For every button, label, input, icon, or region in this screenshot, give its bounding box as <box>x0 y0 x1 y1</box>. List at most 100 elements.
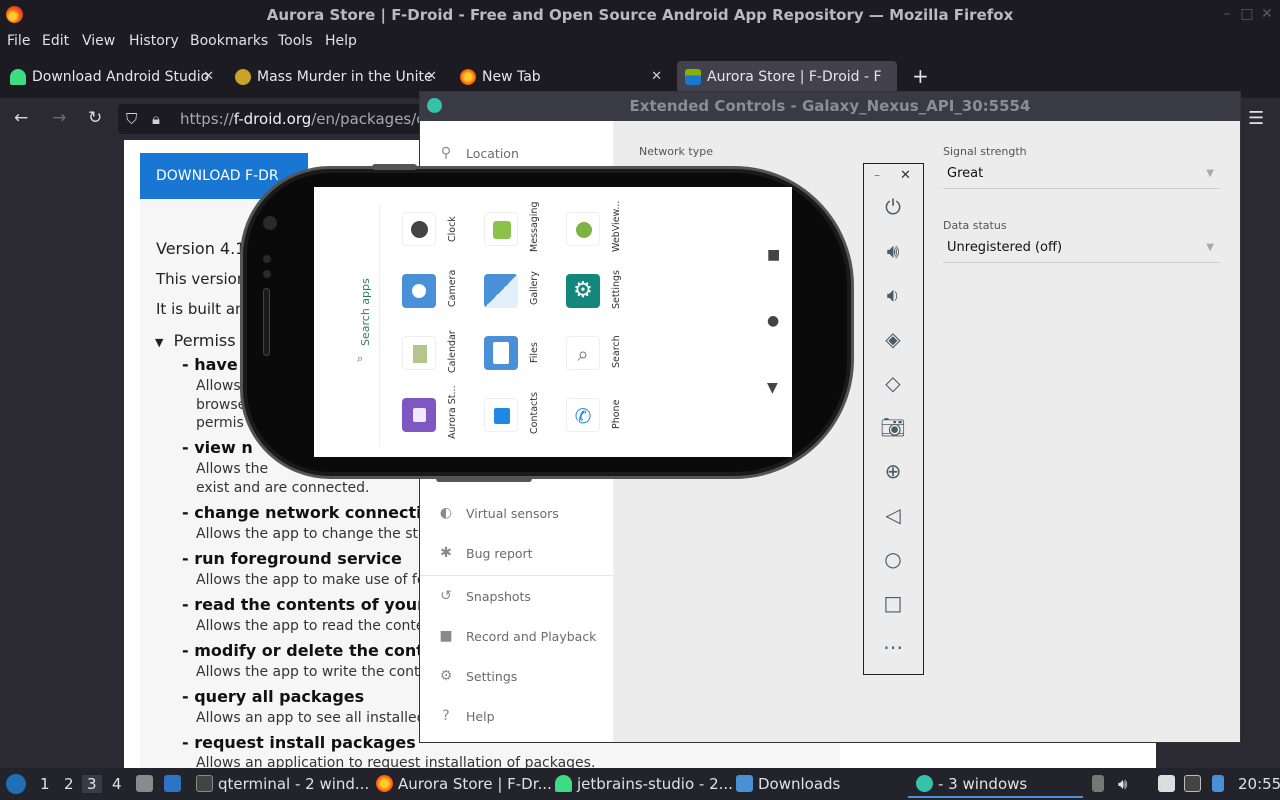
dropdown-arrow-icon: ▼ <box>1206 168 1214 179</box>
sidebar-item-bug-report[interactable]: Bug report <box>466 546 533 561</box>
tab-android-studio[interactable]: Download Android Studio ✕ <box>2 61 220 93</box>
gallery-app-icon[interactable] <box>484 274 518 308</box>
signal-strength-select[interactable]: Great ▼ <box>943 163 1220 189</box>
calendar-app-icon[interactable] <box>402 336 436 370</box>
emulator-icon <box>427 98 442 113</box>
camera-app-icon[interactable] <box>402 274 436 308</box>
permissions-toggle[interactable]: ▼ Permiss <box>155 331 236 350</box>
firefox-icon <box>460 69 476 85</box>
tab-close-icon[interactable]: ✕ <box>203 61 214 93</box>
app-label: Phone <box>611 399 622 429</box>
messaging-app-icon[interactable] <box>484 212 518 246</box>
sidebar-item-help[interactable]: Help <box>466 709 495 724</box>
workspace-3[interactable]: 3 <box>82 775 102 793</box>
menu-view[interactable]: View <box>82 33 115 49</box>
network-icon[interactable] <box>1184 775 1201 792</box>
back-arrow-icon[interactable]: ← <box>14 108 28 128</box>
storage-icon[interactable] <box>1092 775 1104 792</box>
taskbar-item-firefox[interactable]: Aurora Store | F-Dr... <box>398 775 552 793</box>
forward-arrow-icon[interactable]: → <box>52 108 66 128</box>
zoom-icon[interactable]: ⊕ <box>880 458 906 484</box>
app-label: Files <box>529 342 540 363</box>
clock: 20:55 <box>1238 775 1280 793</box>
menu-tools[interactable]: Tools <box>278 33 313 49</box>
tab-new-tab[interactable]: New Tab ✕ <box>452 61 668 93</box>
desktop-icon[interactable] <box>164 775 181 792</box>
taskbar-item-qterminal[interactable]: qterminal - 2 wind... <box>218 775 369 793</box>
menu-file[interactable]: File <box>7 33 30 49</box>
home-key-icon[interactable]: ● <box>767 313 779 329</box>
overview-key-icon[interactable]: ■ <box>767 247 780 263</box>
start-menu-icon[interactable] <box>6 774 26 794</box>
lock-icon[interactable]: 🔒︎ <box>152 104 160 134</box>
permission-desc: exist and are connected. <box>196 480 370 496</box>
notification-icon[interactable] <box>1212 775 1224 792</box>
close-icon[interactable]: ✕ <box>900 168 911 183</box>
taskbar-item-emulator[interactable]: - 3 windows <box>938 775 1027 793</box>
back-key-icon[interactable]: ▼ <box>767 380 778 396</box>
tab-close-icon[interactable]: ✕ <box>426 61 437 93</box>
menu-edit[interactable]: Edit <box>42 33 69 49</box>
permission-desc: Allows the <box>196 461 269 477</box>
workspace-2[interactable]: 2 <box>64 775 74 793</box>
sidebar-item-virtual-sensors[interactable]: Virtual sensors <box>466 506 559 521</box>
home-icon[interactable]: ○ <box>880 546 906 572</box>
dropdown-arrow-icon: ▼ <box>1206 242 1214 253</box>
clock-app-icon[interactable] <box>402 212 436 246</box>
overview-icon[interactable]: □ <box>880 590 906 616</box>
reload-icon[interactable]: ↻ <box>88 108 102 128</box>
tab-label: Download Android Studio <box>32 69 210 85</box>
back-icon[interactable]: ◁ <box>880 502 906 528</box>
volume-down-icon[interactable]: 🔉︎ <box>880 282 906 308</box>
sidebar-item-record-playback[interactable]: Record and Playback <box>466 629 596 644</box>
clipboard-icon[interactable] <box>1158 775 1175 792</box>
data-status-select[interactable]: Unregistered (off) ▼ <box>943 237 1220 263</box>
webview-app-icon[interactable] <box>566 212 600 246</box>
rotate-right-icon[interactable]: ◇ <box>880 370 906 396</box>
app-label: Contacts <box>529 392 540 434</box>
file-manager-icon[interactable] <box>136 775 153 792</box>
camera-icon[interactable]: 📷︎ <box>880 414 906 440</box>
search-app-icon[interactable]: ⌕ <box>566 336 600 370</box>
permission-desc: permis <box>196 415 244 431</box>
url-bar[interactable]: ⛉ 🔒︎ https://f-droid.org/en/packages/co <box>118 104 448 134</box>
sidebar-item-location[interactable]: Location <box>466 146 519 161</box>
taskbar-item-studio[interactable]: jetbrains-studio - 2... <box>577 775 733 793</box>
app-menu-icon[interactable]: ☰ <box>1248 108 1264 129</box>
volume-up-icon[interactable]: 🔊︎ <box>880 238 906 264</box>
tab-aurora-store[interactable]: Aurora Store | F-Droid - F <box>677 61 897 93</box>
phone-button[interactable] <box>436 476 532 482</box>
settings-app-icon[interactable]: ⚙ <box>566 274 600 308</box>
emulator-icon <box>916 775 933 792</box>
menu-help[interactable]: Help <box>325 33 357 49</box>
maximize-icon[interactable]: □ <box>1240 7 1254 21</box>
menu-bookmarks[interactable]: Bookmarks <box>190 33 268 49</box>
data-status-value: Unregistered (off) <box>947 240 1063 255</box>
permission-desc: browse <box>196 397 247 413</box>
phone-button[interactable] <box>372 164 417 170</box>
rotate-left-icon[interactable]: ◈ <box>880 326 906 352</box>
minimize-icon[interactable]: – <box>1220 7 1234 21</box>
tab-mass-murder[interactable]: Mass Murder in the Unite ✕ <box>227 61 443 93</box>
fdroid-icon <box>685 69 701 85</box>
files-app-icon[interactable] <box>484 336 518 370</box>
new-tab-button[interactable]: + <box>912 64 929 88</box>
minimize-icon[interactable]: – <box>874 168 880 182</box>
phone-app-icon[interactable]: ✆ <box>566 398 600 432</box>
phone-screen[interactable] <box>314 187 792 457</box>
taskbar-item-downloads[interactable]: Downloads <box>758 775 840 793</box>
power-icon[interactable]: ⏻ <box>880 194 906 220</box>
menu-history[interactable]: History <box>129 33 179 49</box>
sidebar-item-settings[interactable]: Settings <box>466 669 517 684</box>
contacts-app-icon[interactable] <box>484 398 518 432</box>
shield-icon[interactable]: ⛉ <box>126 104 137 134</box>
tab-close-icon[interactable]: ✕ <box>651 61 662 93</box>
workspace-1[interactable]: 1 <box>40 775 50 793</box>
close-icon[interactable]: ✕ <box>1260 7 1274 21</box>
more-icon[interactable]: ⋯ <box>880 634 906 660</box>
volume-icon[interactable]: 🔊︎ <box>1118 775 1127 793</box>
sidebar-item-snapshots[interactable]: Snapshots <box>466 589 531 604</box>
aurora-store-app-icon[interactable] <box>402 398 436 432</box>
tab-label: Aurora Store | F-Droid - F <box>707 69 882 85</box>
workspace-4[interactable]: 4 <box>112 775 122 793</box>
